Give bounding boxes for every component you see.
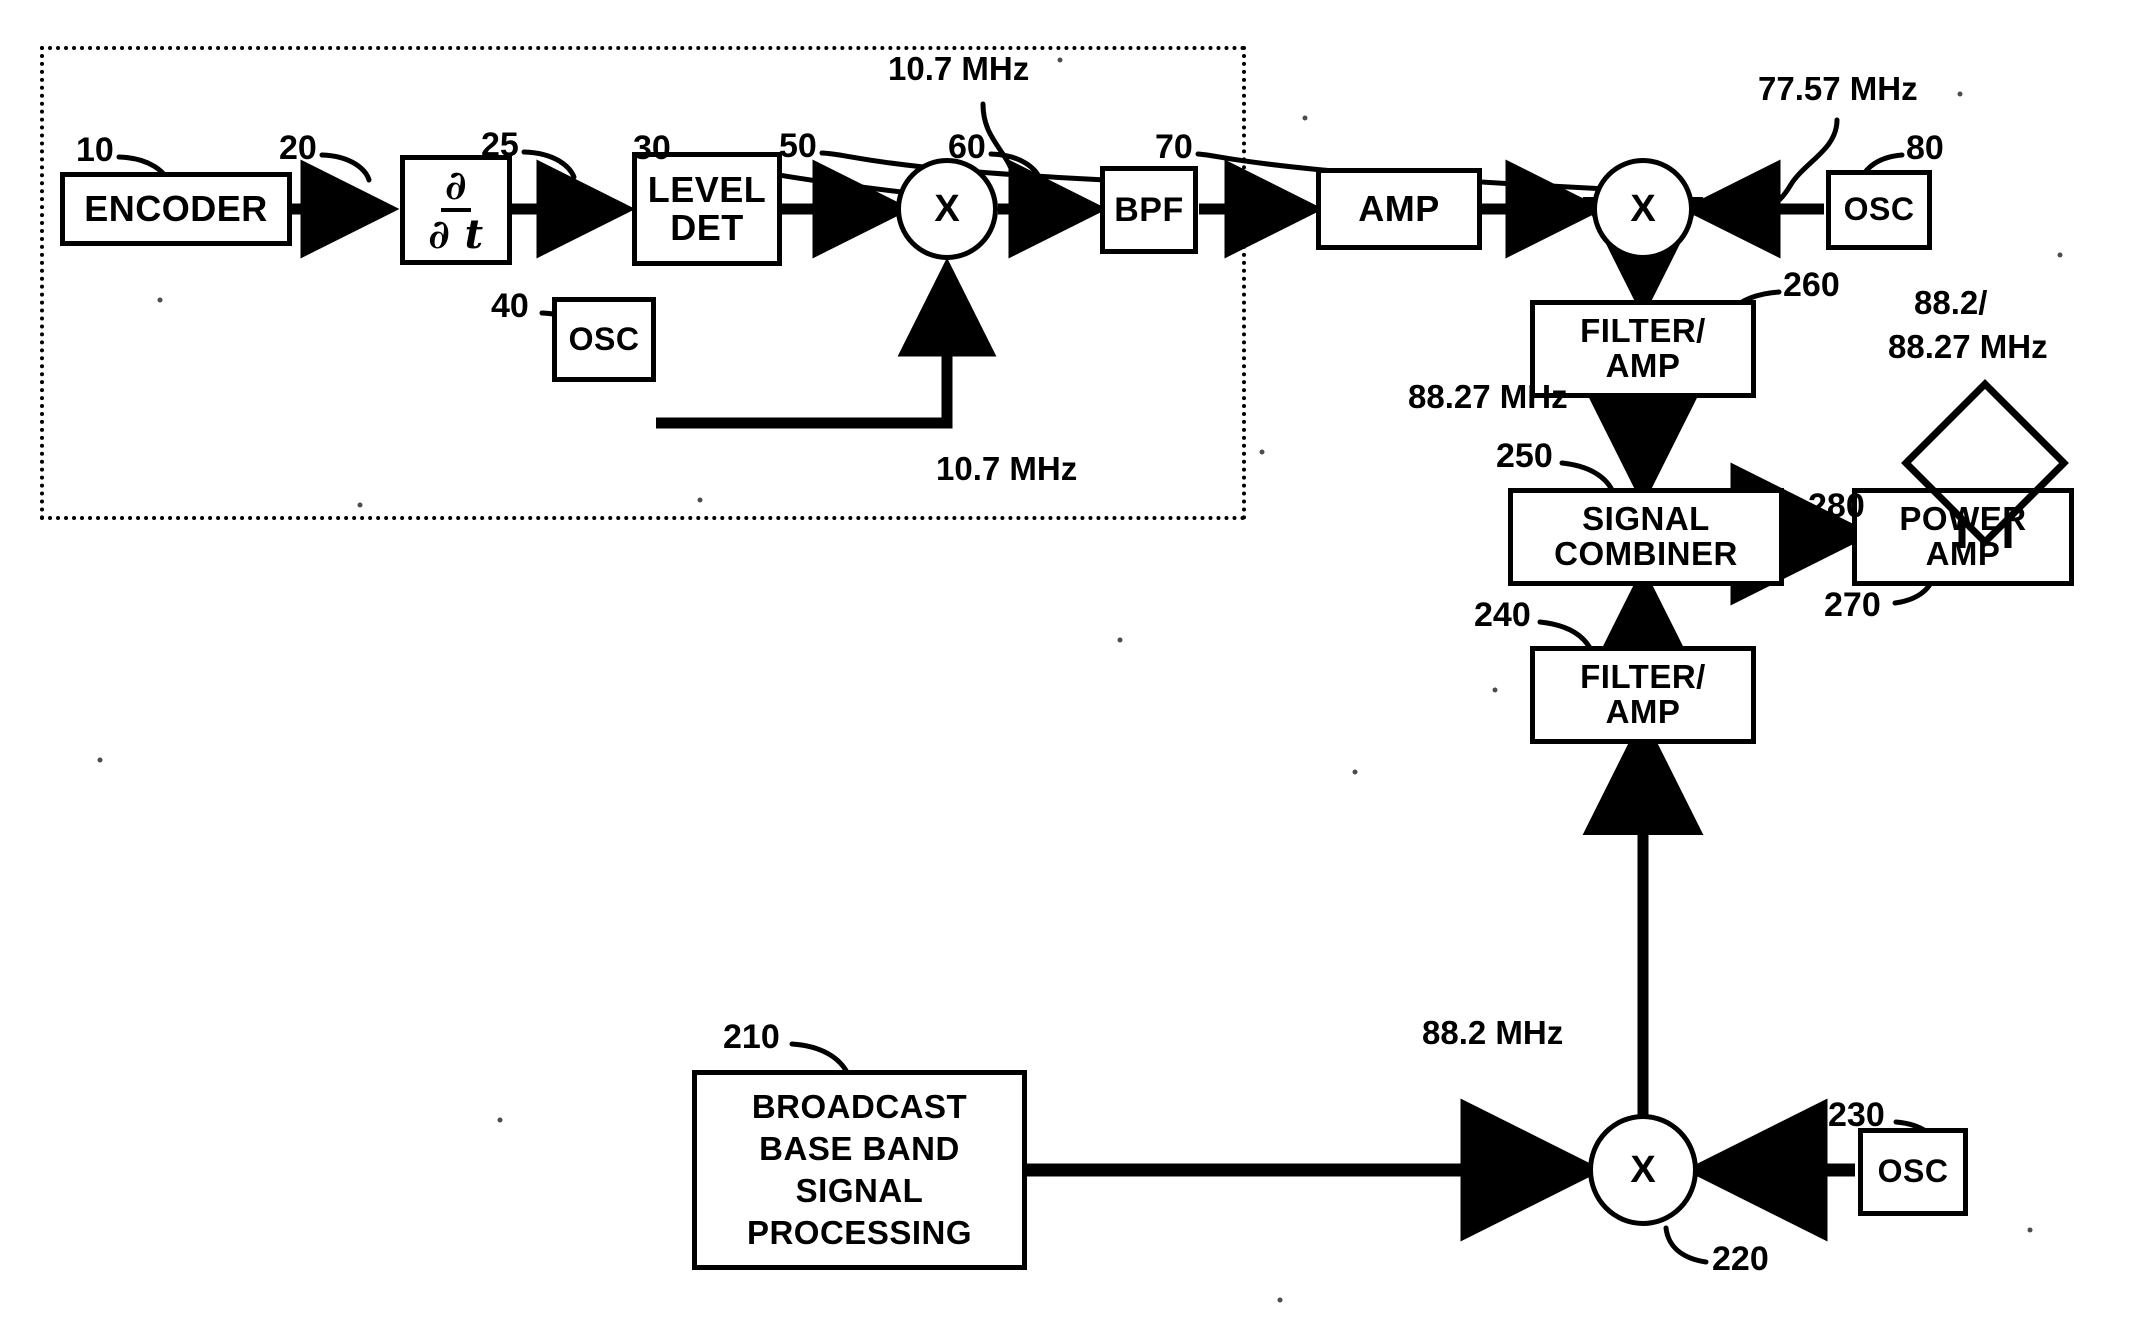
- ref-numeral-240: 240: [1474, 596, 1531, 634]
- antenna-icon: [1900, 378, 2072, 550]
- filter-amp-260-label-line1: FILTER/: [1580, 312, 1706, 350]
- bandpass-filter-block[interactable]: BPF: [1100, 166, 1198, 254]
- ref-numeral-20: 20: [279, 129, 317, 167]
- mixer-70[interactable]: X: [1592, 158, 1694, 260]
- ref-numeral-260: 260: [1783, 266, 1840, 304]
- oscillator-230-label: OSC: [1877, 1153, 1949, 1190]
- encoder-block[interactable]: ENCODER: [60, 172, 292, 246]
- ref-numeral-270: 270: [1824, 586, 1881, 624]
- filter-amp-240-label-line2: AMP: [1605, 693, 1681, 730]
- leader-25: [521, 149, 577, 180]
- ref-numeral-80: 80: [1906, 129, 1944, 167]
- bandpass-filter-label: BPF: [1114, 190, 1184, 229]
- oscillator-80-block[interactable]: OSC: [1826, 170, 1932, 250]
- signal-combiner-block[interactable]: SIGNAL COMBINER: [1508, 488, 1784, 586]
- leader-250: [1559, 460, 1615, 493]
- encoder-label: ENCODER: [84, 187, 268, 229]
- oscillator-40-block[interactable]: OSC: [552, 297, 656, 382]
- mixer-220-symbol: X: [1630, 1148, 1656, 1191]
- ref-numeral-280: 280: [1808, 487, 1865, 525]
- antenna-diamond: [1901, 379, 2069, 547]
- oscillator-80-label: OSC: [1843, 191, 1915, 228]
- ref-numeral-50: 50: [779, 127, 817, 165]
- freq-label-mixer70-output: 88.27 MHz: [1408, 378, 1568, 415]
- ref-numeral-70: 70: [1155, 128, 1193, 166]
- differentiator-numerator: ∂: [441, 165, 471, 212]
- freq-label-mixer220-output: 88.2 MHz: [1422, 1014, 1564, 1051]
- broadcast-baseband-label-4: PROCESSING: [746, 1214, 973, 1252]
- filter-amp-260-label-line2: AMP: [1605, 347, 1681, 384]
- differentiator-denominator: ∂ t: [428, 210, 484, 258]
- oscillator-40-label: OSC: [568, 320, 640, 357]
- mixer-70-symbol: X: [1630, 187, 1656, 230]
- freq-label-osc40-output: 10.7 MHz: [936, 450, 1078, 487]
- ref-numeral-10: 10: [76, 131, 114, 169]
- level-detector-label-line2: DET: [670, 207, 744, 248]
- filter-amp-240-block[interactable]: FILTER/ AMP: [1530, 646, 1756, 744]
- freq-label-osc80-output: 77.57 MHz: [1758, 70, 1918, 107]
- amplifier-60-label: AMP: [1358, 187, 1440, 229]
- signal-combiner-label-line1: SIGNAL: [1582, 500, 1710, 538]
- leader-240: [1537, 619, 1593, 651]
- ref-numeral-25: 25: [481, 126, 519, 164]
- differentiator-block[interactable]: ∂ ∂ t: [400, 155, 512, 265]
- ref-numeral-220: 220: [1712, 1240, 1769, 1278]
- filter-amp-240-label-line1: FILTER/: [1580, 658, 1706, 696]
- freq-label-antenna-line1: 88.2/: [1914, 284, 1988, 321]
- leader-220: [1663, 1225, 1709, 1265]
- mixer-30[interactable]: X: [896, 158, 998, 260]
- mixer-30-symbol: X: [934, 187, 960, 230]
- diagram-canvas: ENCODER ∂ ∂ t LEVEL DET X OSC BPF AMP X …: [0, 0, 2131, 1330]
- ref-numeral-210: 210: [723, 1018, 780, 1056]
- leader-7757-osc80: [1745, 117, 1840, 212]
- connector-layer: [97, 57, 2063, 1303]
- broadcast-baseband-signal-processing-block[interactable]: BROADCAST BASE BAND SIGNAL PROCESSING: [692, 1070, 1027, 1270]
- level-detector-label-line1: LEVEL: [647, 168, 767, 210]
- wire-osc40-to-mixer30: [656, 257, 997, 429]
- oscillator-230-block[interactable]: OSC: [1858, 1128, 1968, 1216]
- broadcast-baseband-label-3: SIGNAL: [795, 1172, 924, 1209]
- ref-numeral-40: 40: [491, 287, 529, 325]
- leader-20: [319, 152, 372, 183]
- broadcast-baseband-label-2: BASE BAND: [759, 1129, 960, 1167]
- ref-numeral-30: 30: [633, 129, 671, 167]
- freq-label-antenna-line2: 88.27 MHz: [1888, 328, 2048, 365]
- mixer-220[interactable]: X: [1588, 1114, 1698, 1226]
- ref-numeral-230: 230: [1828, 1096, 1885, 1134]
- ref-numeral-250: 250: [1496, 437, 1553, 475]
- freq-label-mixer30-output: 10.7 MHz: [888, 50, 1030, 87]
- amplifier-60-block[interactable]: AMP: [1316, 168, 1482, 250]
- level-detector-block[interactable]: LEVEL DET: [632, 152, 782, 266]
- broadcast-baseband-label-1: BROADCAST: [751, 1087, 968, 1125]
- ref-numeral-60: 60: [948, 128, 986, 166]
- signal-combiner-label-line2: COMBINER: [1554, 535, 1738, 572]
